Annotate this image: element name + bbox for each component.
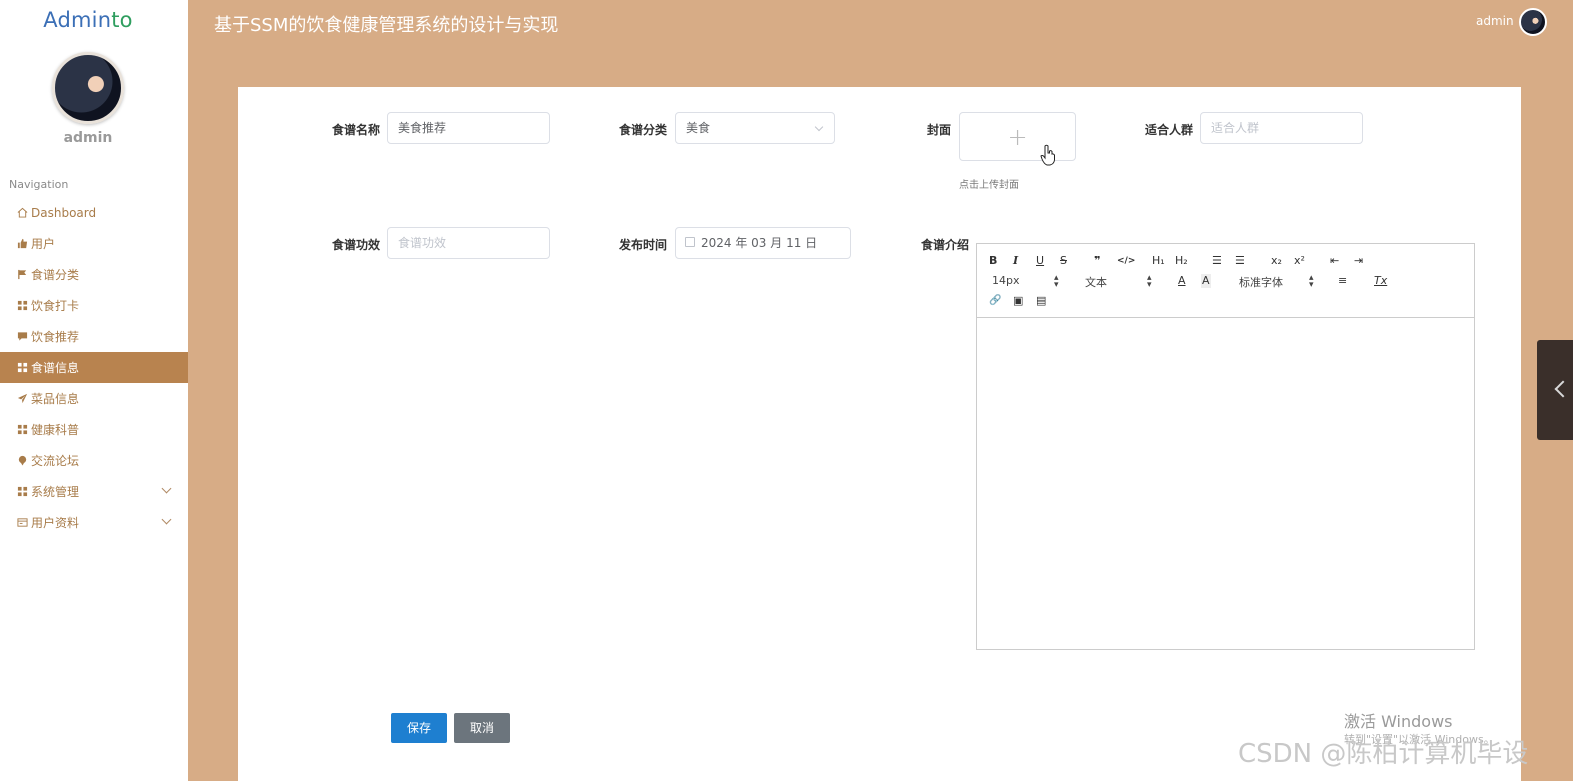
subscript-button[interactable]: x₂ [1271,254,1282,268]
sidebar-item-recipe-info[interactable]: 食谱信息 [0,352,188,383]
chevron-left-icon [1554,380,1572,398]
underline-button[interactable]: U [1036,254,1044,268]
quote-button[interactable]: ❞ [1094,254,1100,268]
font-size-select[interactable]: 14px [992,274,1020,287]
cover-upload-button[interactable]: + [959,112,1076,161]
sidebar-item-users[interactable]: 用户 [0,228,188,259]
plus-icon: + [1007,122,1028,151]
align-button[interactable]: ≡ [1338,274,1347,288]
grid-icon [16,299,29,312]
publish-time-label: 发布时间 [618,238,667,252]
top-username[interactable]: admin [1476,14,1514,28]
sidebar-item-health-science[interactable]: 健康科普 [0,414,188,445]
comment-icon [16,330,29,343]
page-title: 基于SSM的饮食健康管理系统的设计与实现 [214,15,559,36]
sidebar-item-forum[interactable]: 交流论坛 [0,445,188,476]
sidebar-username: admin [63,130,113,146]
audience-input[interactable]: 适合人群 [1200,112,1363,144]
brand-logo[interactable]: Adminto [0,8,176,32]
sidebar-avatar[interactable] [52,52,124,124]
rich-text-editor: B I U S ❞ </> H₁ H₂ ☰ ☰ x₂ x² ⇤ ⇥ 14px ▴… [976,243,1475,650]
editor-content-area[interactable] [977,318,1474,648]
cancel-button[interactable]: 取消 [454,713,510,743]
grid-icon [16,485,29,498]
image-button[interactable]: ▣ [1013,294,1023,308]
recipe-effect-label: 食谱功效 [331,238,380,252]
sidebar-item-diet-recommend[interactable]: 饮食推荐 [0,321,188,352]
nav-menu: Dashboard 用户 食谱分类 饮食打卡 饮食推荐 食谱信息 菜品信息 健康… [0,197,188,538]
bullet-list-button[interactable]: ☰ [1235,254,1245,268]
text-type-select[interactable]: 文本 [1085,274,1107,290]
recipe-intro-label: 食谱介绍 [920,238,969,252]
superscript-button[interactable]: x² [1294,254,1305,268]
sidebar-item-user-profile[interactable]: 用户资料 [0,507,188,538]
audience-label: 适合人群 [1144,123,1193,137]
calendar-icon [685,237,695,247]
bold-button[interactable]: B [989,254,997,268]
video-button[interactable]: ▤ [1036,294,1046,308]
publish-time-picker[interactable]: 2024 年 03 月 11 日 [675,227,851,259]
recipe-name-input[interactable]: 美食推荐 [387,112,550,144]
sidebar-item-recipe-category[interactable]: 食谱分类 [0,259,188,290]
home-icon [16,206,29,219]
sidebar: Adminto admin Navigation Dashboard 用户 食谱… [0,0,188,781]
side-drawer-toggle[interactable] [1537,340,1573,440]
font-family-select[interactable]: 标准字体 [1239,274,1283,290]
avatar[interactable] [1519,8,1547,36]
sidebar-item-dish-info[interactable]: 菜品信息 [0,383,188,414]
h2-button[interactable]: H₂ [1175,254,1188,268]
chevron-down-icon [161,514,172,525]
background-color-button[interactable]: A [1201,274,1211,288]
save-button[interactable]: 保存 [391,713,447,743]
indent-button[interactable]: ⇥ [1354,254,1363,268]
recipe-name-label: 食谱名称 [331,123,380,137]
ordered-list-button[interactable]: ☰ [1212,254,1222,268]
chevron-down-icon [161,483,172,494]
cover-label: 封面 [926,123,951,137]
grid-icon [16,423,29,436]
outdent-button[interactable]: ⇤ [1330,254,1339,268]
h1-button[interactable]: H₁ [1152,254,1165,268]
link-button[interactable]: 🔗 [989,294,1001,308]
recipe-effect-input[interactable]: 食谱功效 [387,227,550,259]
chevron-down-icon [814,122,824,132]
clear-format-button[interactable]: Tx [1374,274,1387,288]
font-color-button[interactable]: A [1178,274,1186,288]
italic-button[interactable]: I [1013,254,1018,268]
upload-tip: 点击上传封面 [959,180,1019,191]
editor-toolbar: B I U S ❞ </> H₁ H₂ ☰ ☰ x₂ x² ⇤ ⇥ 14px ▴… [977,244,1474,318]
windows-activation-watermark: 激活 Windows [1344,712,1453,731]
nav-heading: Navigation [9,178,69,191]
send-icon [16,392,29,405]
updown-icon: ▴ ▾ [1147,273,1152,290]
sidebar-item-diet-checkin[interactable]: 饮食打卡 [0,290,188,321]
sidebar-item-dashboard[interactable]: Dashboard [0,197,188,228]
updown-icon: ▴ ▾ [1054,273,1059,290]
sidebar-item-system-management[interactable]: 系统管理 [0,476,188,507]
id-card-icon [16,516,29,529]
csdn-watermark: CSDN @陈柏计算机毕设 [1238,739,1529,769]
thumbs-up-icon [16,237,29,250]
map-pin-icon [16,454,29,467]
strike-button[interactable]: S [1060,254,1067,268]
grid-icon [16,361,29,374]
updown-icon: ▴ ▾ [1309,273,1314,290]
hand-cursor-icon [1040,144,1055,166]
recipe-category-label: 食谱分类 [618,123,667,137]
flag-icon [16,268,29,281]
recipe-category-select[interactable]: 美食 [675,112,835,144]
code-button[interactable]: </> [1117,254,1135,268]
